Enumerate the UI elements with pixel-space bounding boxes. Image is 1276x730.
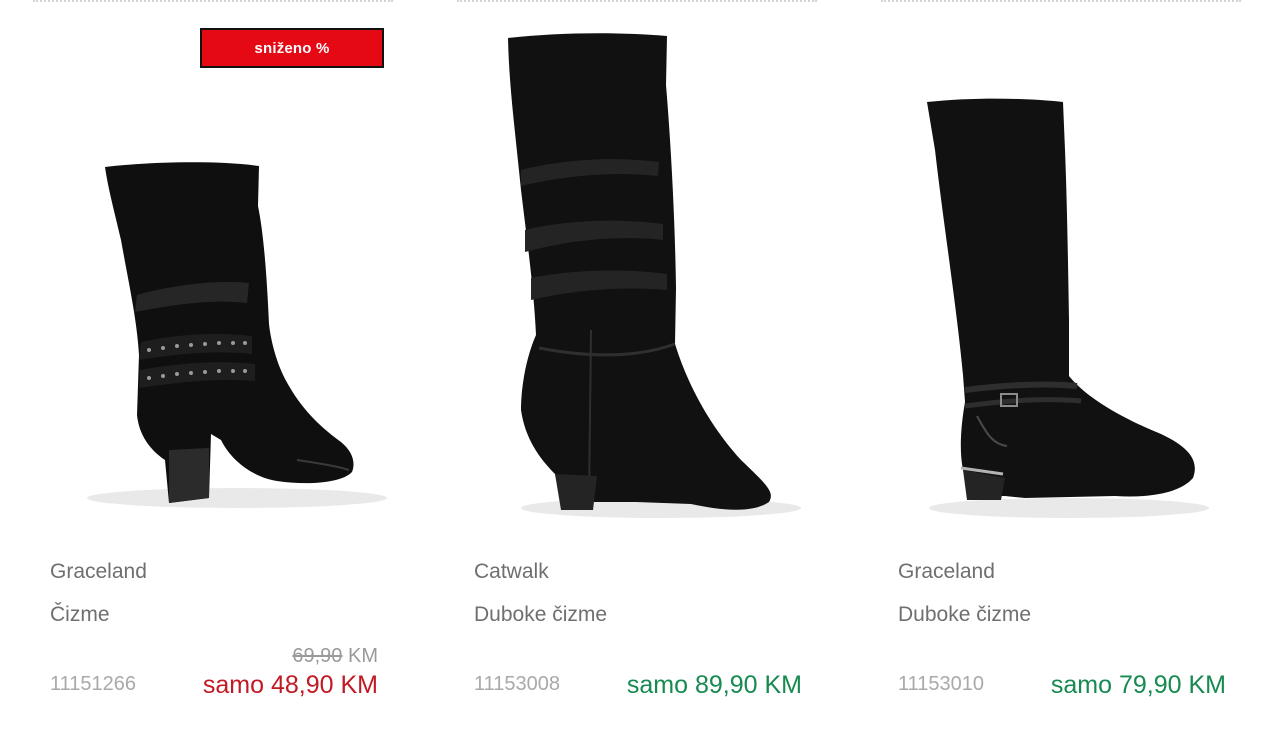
card-top-divider (33, 0, 393, 2)
product-name[interactable]: Duboke čizme (898, 603, 1031, 627)
current-price: samo 89,90 KM (626, 671, 802, 699)
product-sku: 11153010 (898, 673, 985, 695)
old-price: 69,90 KM (292, 645, 378, 668)
product-card[interactable]: Graceland Duboke čizme 11153010 samo 79,… (881, 0, 1243, 730)
old-price-amount: 69,90 (292, 645, 343, 667)
product-sku: 11151266 (50, 673, 137, 695)
old-price-currency: KM (348, 645, 378, 667)
product-name[interactable]: Duboke čizme (474, 603, 607, 627)
price-block: samo 89,90 KM (562, 645, 802, 705)
current-price: samo 79,90 KM (1050, 671, 1226, 699)
card-top-divider (457, 0, 817, 2)
price-block: 69,90 KM samo 48,90 KM (138, 645, 378, 705)
product-card[interactable]: sniženo % Graceland Čizme 11151266 69,90… (33, 0, 395, 730)
card-top-divider (881, 0, 1241, 2)
sale-price: samo 48,90 KM (202, 671, 378, 699)
ankle-slouch-boot-image[interactable] (57, 30, 387, 530)
price-block: samo 79,90 KM (986, 645, 1226, 705)
product-grid: sniženo % Graceland Čizme 11151266 69,90… (0, 0, 1276, 730)
product-card[interactable]: Catwalk Duboke čizme 11153008 samo 89,90… (457, 0, 819, 730)
product-brand[interactable]: Graceland (898, 560, 995, 584)
product-brand[interactable]: Catwalk (474, 560, 549, 584)
product-sku: 11153008 (474, 673, 561, 695)
product-name[interactable]: Čizme (50, 603, 110, 627)
product-brand[interactable]: Graceland (50, 560, 147, 584)
riding-boot-image[interactable] (905, 30, 1225, 530)
knee-high-slouch-boot-image[interactable] (481, 30, 801, 530)
